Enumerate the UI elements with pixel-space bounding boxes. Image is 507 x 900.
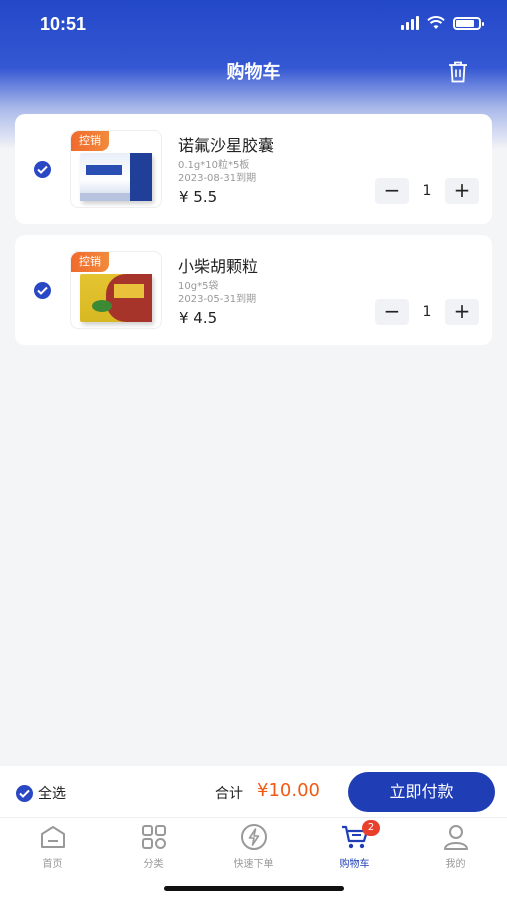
pay-now-button[interactable]: 立即付款 [348,772,495,812]
quantity-value[interactable]: 1 [409,178,445,204]
increase-button[interactable]: + [445,178,479,204]
home-icon [40,826,65,848]
increase-button[interactable]: + [445,299,479,325]
wifi-icon [427,16,445,29]
xiaochaihu-box-image [80,274,152,322]
item-checkbox[interactable] [34,282,51,299]
signal-icon [401,16,419,30]
tab-quick-order[interactable]: 快速下单 [203,822,304,870]
checkout-bar: 全选 合计 ¥10.00 立即付款 [0,766,507,818]
product-price: ¥ 5.5 [179,188,218,206]
user-icon [443,825,468,850]
cart-item: 控销 诺氟沙星胶囊 0.1g*10粒*5板 2023-08-31到期 ¥ 5.5… [15,114,492,224]
cart-count-badge: 2 [362,820,380,836]
item-checkbox[interactable] [34,161,51,178]
tab-label: 我的 [445,859,466,870]
decrease-button[interactable]: − [375,178,409,204]
quantity-stepper: − 1 + [375,299,479,325]
control-sale-badge: 控销 [71,252,109,272]
tab-label: 分类 [143,859,164,870]
tab-category[interactable]: 分类 [103,822,204,870]
total-label: 合计 [215,786,243,802]
category-icon [141,825,166,849]
tab-label: 购物车 [339,859,370,870]
decrease-button[interactable]: − [375,299,409,325]
select-all-label: 全选 [38,786,66,802]
page-title: 购物车 [226,62,281,83]
lightning-icon [240,824,267,850]
product-expiry: 2023-05-31到期 [178,294,257,305]
product-expiry: 2023-08-31到期 [178,173,257,184]
quantity-value[interactable]: 1 [409,299,445,325]
product-image[interactable]: 控销 [70,130,162,208]
check-icon [16,784,33,802]
tab-cart[interactable]: 2 购物车 [304,820,405,870]
status-time: 10:51 [40,14,87,34]
status-bar: 10:51 [0,0,507,50]
home-indicator [164,886,344,891]
product-image[interactable]: 控销 [70,251,162,329]
norfloxacin-box-image [80,153,152,201]
status-icons [401,16,484,30]
tab-label: 首页 [42,859,63,870]
tab-label: 快速下单 [233,859,274,870]
tab-profile[interactable]: 我的 [405,822,506,870]
total-value: ¥10.00 [257,780,320,801]
select-all-toggle[interactable]: 全选 [16,783,66,803]
cart-item: 控销 小柴胡颗粒 10g*5袋 2023-05-31到期 ¥ 4.5 − 1 + [15,235,492,345]
quantity-stepper: − 1 + [375,178,479,204]
battery-icon [453,16,484,30]
product-name[interactable]: 小柴胡颗粒 [178,253,258,277]
product-price: ¥ 4.5 [179,309,218,327]
product-name[interactable]: 诺氟沙星胶囊 [178,132,274,156]
control-sale-badge: 控销 [71,131,109,151]
trash-icon[interactable] [447,60,469,84]
tab-home[interactable]: 首页 [2,822,103,870]
